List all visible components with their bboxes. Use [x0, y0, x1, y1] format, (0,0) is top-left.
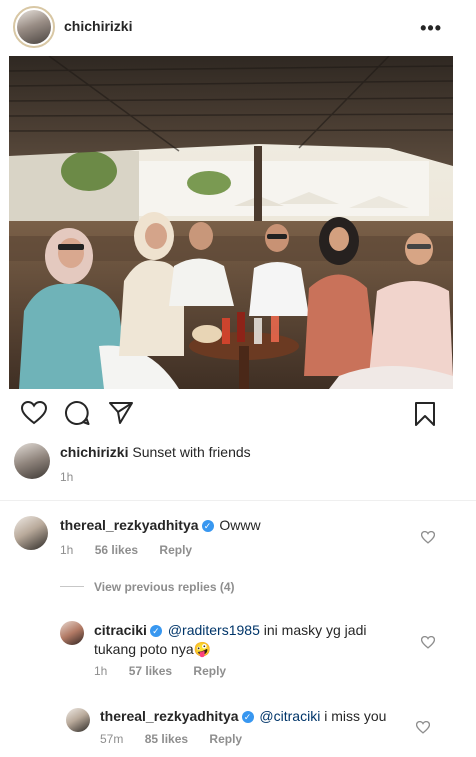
caption-time: 1h — [60, 470, 74, 484]
reply-likes[interactable]: 57 likes — [129, 664, 172, 678]
comment-body: Owww — [219, 517, 261, 533]
caption-avatar[interactable] — [14, 443, 50, 479]
reply-meta: 1h 57 likes Reply — [94, 664, 244, 678]
profile-avatar[interactable] — [13, 6, 55, 48]
send-icon[interactable] — [108, 401, 134, 425]
post-caption: chichirizki Sunset with friends — [60, 444, 251, 460]
comment-avatar[interactable] — [14, 516, 48, 550]
reply-body: i miss you — [324, 708, 387, 724]
reply-time: 1h — [94, 664, 108, 678]
heart-icon[interactable] — [21, 401, 47, 425]
caption-text: Sunset with friends — [132, 444, 251, 460]
reply-body-line2: tukang poto nya — [94, 641, 194, 657]
reply-text: thereal_rezkyadhitya ✓ @citraciki i miss … — [100, 707, 386, 726]
reply-username[interactable]: citraciki — [94, 622, 147, 638]
comment-reply-button[interactable]: Reply — [159, 543, 192, 557]
reply-avatar[interactable] — [66, 708, 90, 732]
reply-like-heart-icon[interactable] — [416, 721, 430, 734]
comment-likes[interactable]: 56 likes — [95, 543, 138, 557]
reply-mention[interactable]: @citraciki — [259, 708, 320, 724]
reply-reply-button[interactable]: Reply — [209, 732, 242, 746]
comment-time: 1h — [60, 543, 74, 557]
post-photo[interactable] — [9, 56, 453, 389]
ellipsis-icon[interactable]: ••• — [420, 18, 442, 39]
post-username[interactable]: chichirizki — [64, 18, 132, 34]
verified-badge-icon: ✓ — [201, 520, 214, 532]
verified-badge-icon: ✓ — [241, 711, 254, 723]
comment-username[interactable]: thereal_rezkyadhitya — [60, 517, 199, 533]
comment-icon[interactable] — [64, 401, 90, 427]
comment-like-heart-icon[interactable] — [421, 531, 435, 544]
divider — [0, 500, 476, 501]
view-previous-replies[interactable]: View previous replies (4) — [60, 580, 235, 594]
reply-likes[interactable]: 85 likes — [145, 732, 188, 746]
post-header: chichirizki ••• — [0, 0, 476, 56]
reply-meta: 57m 85 likes Reply — [100, 732, 260, 746]
emoji: 🤪 — [193, 641, 212, 657]
reply-reply-button[interactable]: Reply — [193, 664, 226, 678]
comment-meta: 1h 56 likes Reply — [60, 543, 210, 557]
reply-body-line1: ini masky yg jadi — [263, 622, 367, 638]
caption-username[interactable]: chichirizki — [60, 444, 128, 460]
reply-text: citraciki ✓ @raditers1985 ini masky yg ja… — [94, 621, 414, 659]
verified-badge-icon: ✓ — [149, 625, 162, 637]
reply-mention[interactable]: @raditers1985 — [168, 622, 260, 638]
comment-text: thereal_rezkyadhitya ✓ Owww — [60, 516, 261, 535]
reply-time: 57m — [100, 732, 124, 746]
reply-avatar[interactable] — [60, 621, 84, 645]
reply-username[interactable]: thereal_rezkyadhitya — [100, 708, 239, 724]
reply-like-heart-icon[interactable] — [421, 636, 435, 649]
bookmark-icon[interactable] — [414, 401, 436, 427]
